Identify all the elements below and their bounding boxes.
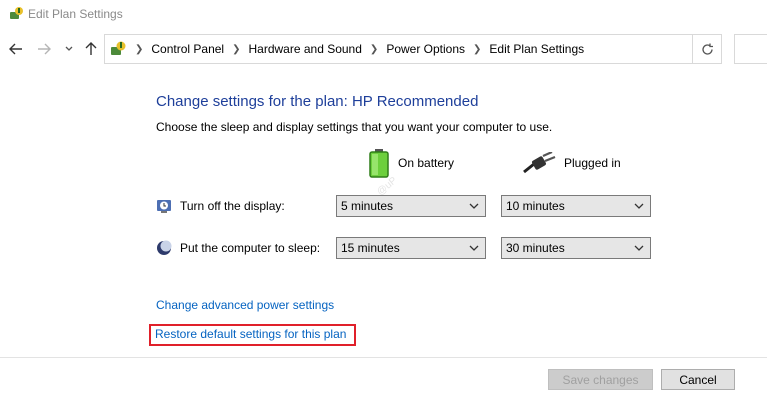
change-advanced-power-settings-link[interactable]: Change advanced power settings <box>156 298 334 312</box>
sleep-moon-icon <box>157 240 172 255</box>
display-timer-icon <box>157 200 171 213</box>
breadcrumb-separator: ❯ <box>473 43 482 55</box>
footer-divider <box>0 357 767 358</box>
arrow-up-icon <box>85 42 97 55</box>
arrow-right-icon <box>38 43 51 55</box>
sleep-on-battery-select[interactable]: 15 minutes <box>336 237 486 259</box>
recent-locations-button[interactable] <box>60 34 78 64</box>
display-on-battery-select[interactable]: 5 minutes <box>336 195 486 217</box>
breadcrumb-separator: ❯ <box>369 43 379 55</box>
back-button[interactable] <box>4 34 28 64</box>
search-input[interactable] <box>734 34 767 64</box>
sleep-plugged-in-select[interactable]: 30 minutes <box>501 237 651 259</box>
chevron-down-icon <box>469 245 479 251</box>
on-battery-label: On battery <box>398 156 455 170</box>
navigation-bar: ❯ Control Panel ❯ Hardware and Sound ❯ P… <box>0 34 767 64</box>
breadcrumb-power-options[interactable]: Power Options <box>386 42 465 56</box>
window-title: Edit Plan Settings <box>28 7 123 21</box>
display-plugged-in-select[interactable]: 10 minutes <box>501 195 651 217</box>
display-label: Turn off the display: <box>180 199 285 213</box>
chevron-down-icon <box>634 203 644 209</box>
forward-button[interactable] <box>32 34 56 64</box>
display-setting-label: Turn off the display: <box>156 195 285 217</box>
battery-icon <box>369 149 389 178</box>
control-panel-icon <box>111 41 126 55</box>
power-plug-icon <box>523 152 556 174</box>
sleep-on-battery-value: 15 minutes <box>341 241 400 255</box>
breadcrumb-edit-plan-settings[interactable]: Edit Plan Settings <box>489 42 584 56</box>
page-description: Choose the sleep and display settings th… <box>156 120 553 134</box>
breadcrumb-control-panel[interactable]: Control Panel <box>151 42 224 56</box>
title-bar: Edit Plan Settings <box>0 0 767 30</box>
breadcrumb-separator: ❯ <box>232 43 241 55</box>
column-header-on-battery: On battery <box>368 148 454 178</box>
breadcrumb-hardware-and-sound[interactable]: Hardware and Sound <box>249 42 362 56</box>
save-changes-button[interactable]: Save changes <box>548 369 653 390</box>
display-plugged-in-value: 10 minutes <box>506 199 565 213</box>
power-options-icon <box>10 7 23 19</box>
chevron-down-icon <box>634 245 644 251</box>
sleep-label: Put the computer to sleep: <box>180 241 321 255</box>
chevron-down-icon <box>469 203 479 209</box>
plugged-in-label: Plugged in <box>564 156 621 170</box>
sleep-plugged-in-value: 30 minutes <box>506 241 565 255</box>
page-title: Change settings for the plan: HP Recomme… <box>156 93 479 110</box>
display-on-battery-value: 5 minutes <box>341 199 394 213</box>
column-header-plugged-in: Plugged in <box>522 148 621 178</box>
up-button[interactable] <box>80 34 102 64</box>
restore-default-settings-link[interactable]: Restore default settings for this plan <box>155 327 346 341</box>
refresh-button[interactable] <box>693 34 722 64</box>
cancel-button[interactable]: Cancel <box>661 369 735 390</box>
sleep-setting-label: Put the computer to sleep: <box>156 237 320 259</box>
breadcrumb-separator: ❯ <box>135 43 144 55</box>
arrow-left-icon <box>9 43 22 55</box>
address-bar[interactable]: ❯ Control Panel ❯ Hardware and Sound ❯ P… <box>104 34 693 64</box>
refresh-icon <box>701 43 713 55</box>
chevron-down-icon <box>65 46 73 51</box>
